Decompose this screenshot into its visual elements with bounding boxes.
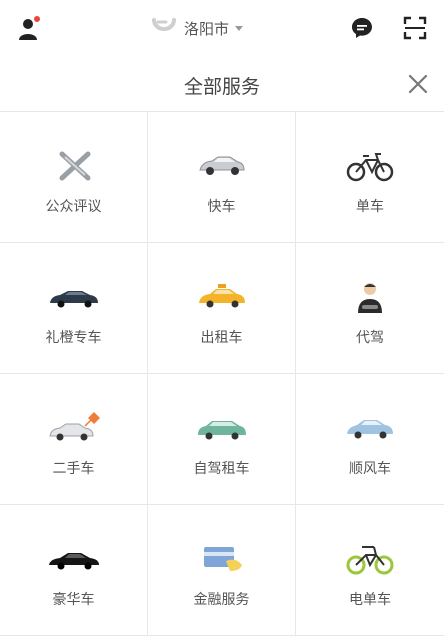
used-car-icon [48, 412, 100, 441]
premier-car-icon [49, 291, 98, 308]
card-icon [203, 547, 242, 571]
service-label: 自驾租车 [193, 461, 250, 477]
service-label: 快车 [207, 199, 236, 215]
page-header: 全部服务 [0, 56, 444, 111]
top-bar: 洛阳市 [0, 0, 444, 56]
service-item[interactable]: 二手车 [0, 374, 148, 505]
service-label: 顺风车 [349, 461, 391, 477]
service-item[interactable]: 礼橙专车 [0, 243, 148, 374]
service-label: 公众评议 [45, 199, 102, 215]
service-item[interactable]: 出租车 [148, 243, 296, 374]
service-label: 豪华车 [52, 592, 95, 608]
service-label: 二手车 [52, 461, 95, 477]
service-item[interactable]: 顺风车 [296, 374, 444, 505]
chat-icon[interactable] [350, 16, 374, 40]
service-item[interactable]: 代驾 [296, 243, 444, 374]
service-label: 金融服务 [193, 592, 250, 608]
page-title: 全部服务 [183, 76, 260, 98]
didi-logo-icon [152, 18, 176, 31]
bicycle-icon [346, 153, 394, 182]
service-label: 出租车 [200, 330, 243, 346]
services-grid: 公众评议 快车 单车 礼橙专车 出租车 代驾 二手车 自驾租车 顺风车 豪华车 … [0, 111, 444, 636]
service-item[interactable]: 电单车 [296, 505, 444, 636]
driver-icon [358, 283, 382, 313]
service-label: 电单车 [349, 592, 391, 608]
car-icon [198, 156, 245, 175]
luxury-car-icon [48, 553, 99, 570]
service-item[interactable]: 公众评议 [0, 112, 148, 243]
carpool-car-icon [347, 420, 393, 439]
scan-icon[interactable] [403, 16, 427, 40]
service-label: 单车 [356, 199, 384, 215]
service-item[interactable]: 自驾租车 [148, 374, 296, 505]
notification-dot [34, 16, 40, 22]
review-icon [59, 151, 90, 181]
service-item[interactable]: 金融服务 [148, 505, 296, 636]
service-item[interactable]: 快车 [148, 112, 296, 243]
service-label: 礼橙专车 [45, 330, 102, 346]
service-item[interactable]: 豪华车 [0, 505, 148, 636]
chevron-down-icon [235, 25, 244, 31]
service-label: 代驾 [356, 330, 384, 346]
ebike-icon [346, 546, 394, 575]
taxi-icon [198, 284, 245, 308]
city-selector[interactable]: 洛阳市 [150, 14, 244, 42]
close-icon[interactable] [405, 71, 431, 97]
service-item[interactable]: 单车 [296, 112, 444, 243]
city-name: 洛阳市 [184, 19, 230, 38]
rental-car-icon [197, 421, 246, 440]
